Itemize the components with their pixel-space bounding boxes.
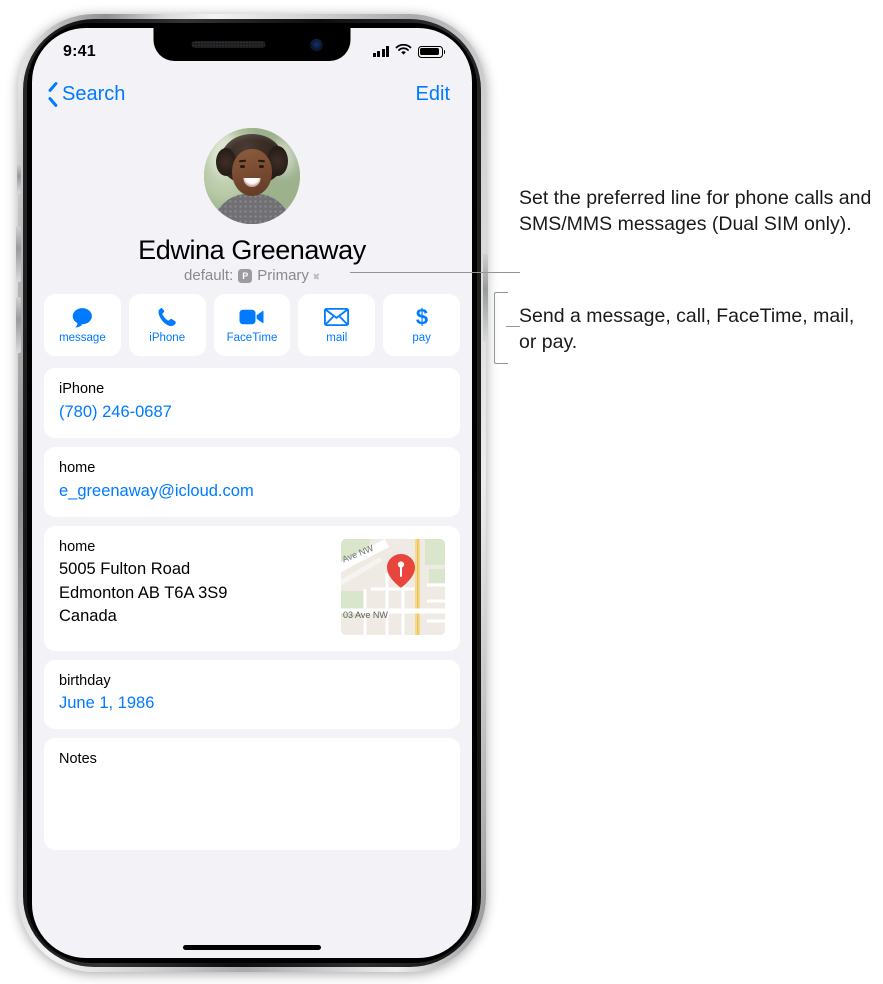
cellular-signal-icon <box>372 46 389 57</box>
device-notch <box>153 28 351 61</box>
front-camera-icon <box>310 39 323 51</box>
svg-text:$: $ <box>415 305 427 329</box>
message-bubble-icon <box>71 306 94 328</box>
card-email[interactable]: home e_greenaway@icloud.com <box>44 446 460 517</box>
avatar-eye-right <box>259 165 264 168</box>
card-birthday[interactable]: birthday June 1, 1986 <box>44 659 460 730</box>
contact-name: Edwina Greenaway <box>138 235 366 265</box>
volume-up-button[interactable] <box>16 226 21 282</box>
action-button-mail[interactable]: mail <box>298 294 376 357</box>
phone-screen: 9:41 Search Edit Edwina Greenaway defaul… <box>32 28 472 958</box>
avatar-brow-right <box>257 159 266 163</box>
card-address[interactable]: home 5005 Fulton Road Edmonton AB T6A 3S… <box>44 525 460 651</box>
callout-text-default-line: Set the preferred line for phone calls a… <box>519 187 872 235</box>
action-label-message: message <box>59 332 106 345</box>
card-phone[interactable]: iPhone (780) 246-0687 <box>44 368 460 438</box>
back-button[interactable]: Search <box>48 83 125 106</box>
power-button[interactable] <box>483 254 488 342</box>
address-line-1: 5005 Fulton Road <box>59 560 191 579</box>
video-camera-icon <box>239 306 264 328</box>
address-line-3: Canada <box>59 607 117 626</box>
birthday-value[interactable]: June 1, 1986 <box>59 692 445 716</box>
default-line-row[interactable]: default: P Primary <box>32 267 472 284</box>
email-label: home <box>59 459 96 476</box>
email-value[interactable]: e_greenaway@icloud.com <box>59 480 445 504</box>
quick-action-row: message iPhone FaceTime mail $ pay <box>32 284 472 368</box>
iphone-device: 9:41 Search Edit Edwina Greenaway defaul… <box>16 14 488 972</box>
wifi-icon <box>395 43 412 61</box>
action-button-facetime[interactable]: FaceTime <box>213 294 291 357</box>
birthday-label: birthday <box>59 672 111 689</box>
action-label-mail: mail <box>326 332 348 345</box>
callout-leader-line-2 <box>506 326 520 328</box>
phone-handset-icon <box>156 306 178 328</box>
chevron-left-icon <box>48 85 59 104</box>
default-line-prefix: default: <box>184 267 234 285</box>
contact-detail-scroll[interactable]: Edwina Greenaway default: P Primary mess… <box>32 116 472 958</box>
notes-label: Notes <box>59 751 97 768</box>
action-button-pay[interactable]: $ pay <box>383 294 460 357</box>
edit-button[interactable]: Edit <box>416 83 450 106</box>
navigation-bar: Search Edit <box>32 72 472 116</box>
phone-value[interactable]: (780) 246-0687 <box>59 401 445 425</box>
contact-header: Edwina Greenaway default: P Primary <box>32 116 472 285</box>
envelope-icon <box>324 306 350 328</box>
address-line-2: Edmonton AB T6A 3S9 <box>59 583 228 602</box>
action-button-iphone[interactable]: iPhone <box>128 294 206 357</box>
home-indicator[interactable] <box>183 945 321 950</box>
status-bar-indicators <box>372 43 446 61</box>
address-text-block: home 5005 Fulton Road Edmonton AB T6A 3S… <box>59 537 227 629</box>
address-label: home <box>59 538 96 555</box>
callout-text-quick-actions: Send a message, call, FaceTime, mail, or… <box>519 305 855 353</box>
back-button-label: Search <box>62 82 126 105</box>
dollar-sign-icon: $ <box>414 305 430 329</box>
volume-down-button[interactable] <box>16 297 21 353</box>
callout-leader-line-1 <box>350 272 520 274</box>
chevron-right-icon <box>314 271 320 281</box>
silent-switch-button[interactable] <box>17 164 21 194</box>
action-label-iphone: iPhone <box>149 332 186 345</box>
map-thumbnail[interactable]: Ave NW 03 Ave NW <box>341 538 445 635</box>
avatar[interactable] <box>204 128 300 224</box>
svg-text:03 Ave NW: 03 Ave NW <box>343 610 388 620</box>
avatar-eye-left <box>240 165 245 168</box>
avatar-brow-left <box>238 159 247 163</box>
default-line-value: Primary <box>257 267 309 285</box>
avatar-smile <box>243 178 261 187</box>
phone-label: iPhone <box>59 381 105 398</box>
card-notes[interactable]: Notes <box>44 738 460 851</box>
sim-badge-icon: P <box>238 268 253 283</box>
avatar-face <box>232 149 272 196</box>
action-label-facetime: FaceTime <box>226 332 278 345</box>
earpiece-speaker-icon <box>191 41 266 48</box>
battery-icon <box>418 45 446 58</box>
action-button-message[interactable]: message <box>44 294 121 357</box>
action-label-pay: pay <box>412 332 431 345</box>
callout-bracket <box>494 292 508 364</box>
status-bar-time: 9:41 <box>63 42 96 60</box>
